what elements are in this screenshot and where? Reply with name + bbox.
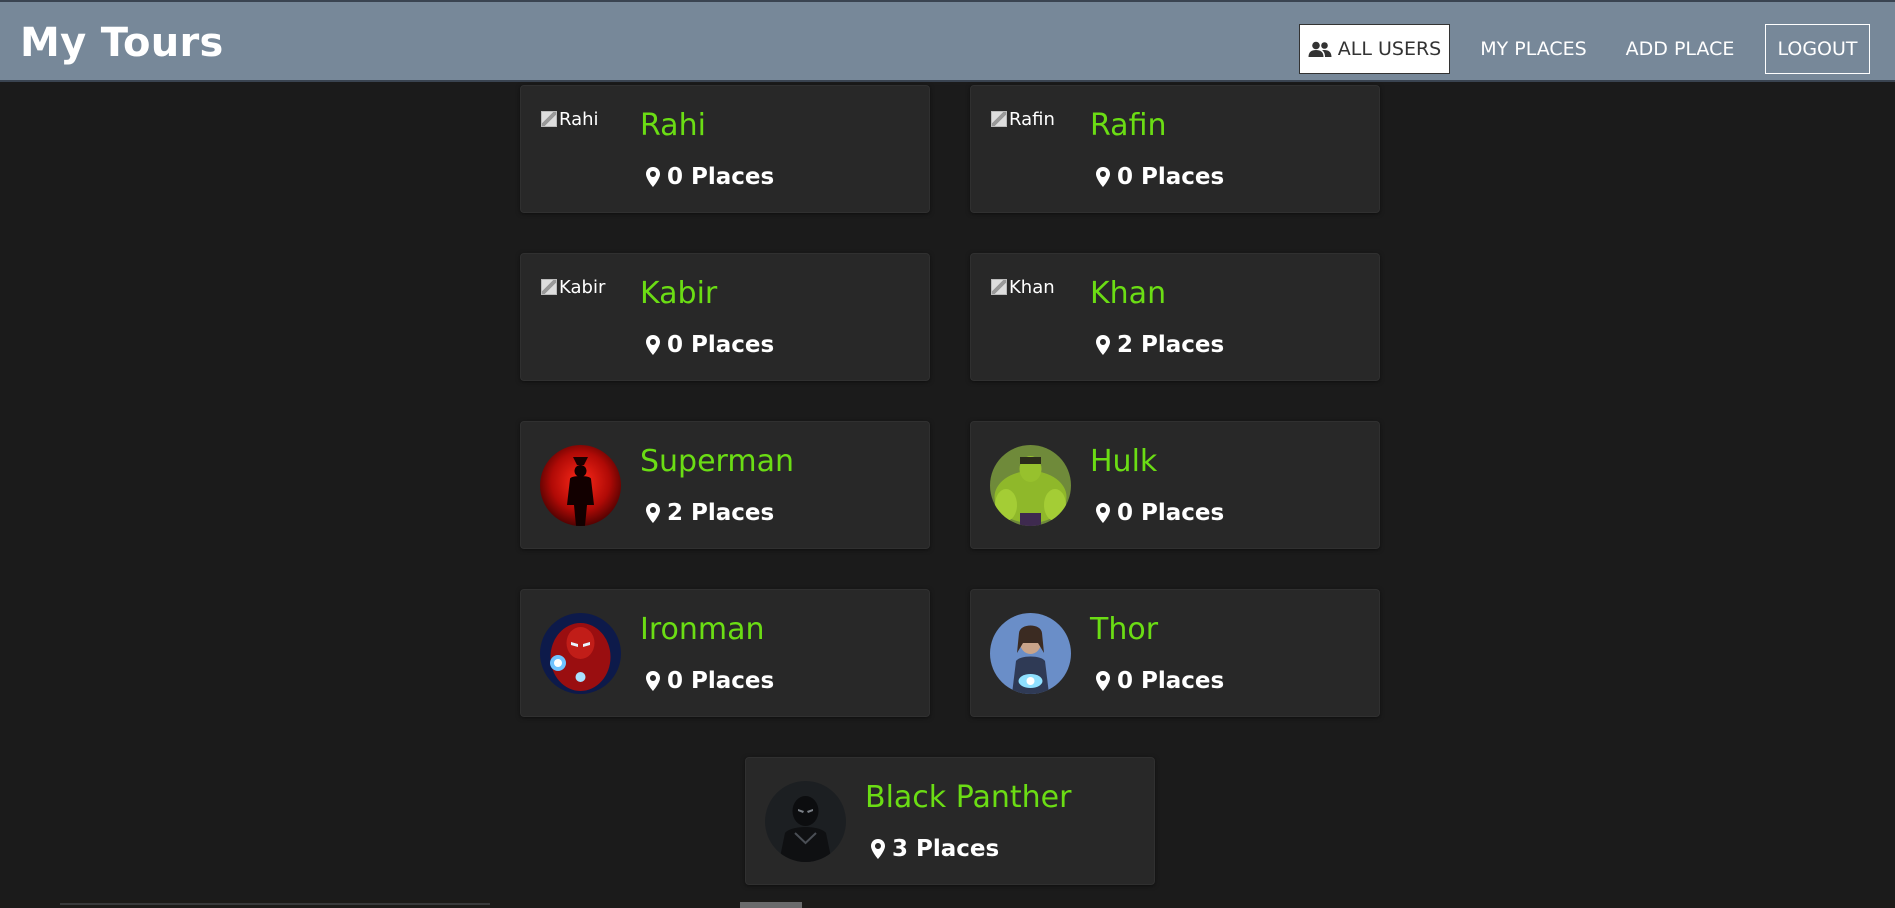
map-pin-icon (646, 335, 660, 355)
place-count-label: 0 Places (667, 668, 775, 694)
place-count-label: 2 Places (667, 500, 775, 526)
place-count: 0 Places (646, 668, 774, 694)
user-card[interactable]: Superman 2 Places (520, 421, 930, 549)
map-pin-icon (646, 503, 660, 523)
place-count-label: 0 Places (667, 332, 775, 358)
avatar-alt-text: Rafin (1009, 109, 1055, 130)
avatar-alt-text: Kabir (559, 277, 606, 298)
bottom-edge-line (60, 903, 490, 905)
broken-image-icon (541, 279, 557, 295)
place-count-label: 0 Places (1117, 164, 1225, 190)
map-pin-icon (1096, 671, 1110, 691)
place-count: 3 Places (871, 836, 999, 862)
broken-image-icon (991, 279, 1007, 295)
app-title[interactable]: My Tours (20, 20, 224, 66)
map-pin-icon (1096, 167, 1110, 187)
place-count: 0 Places (1096, 668, 1224, 694)
user-avatar (990, 613, 1071, 694)
user-card[interactable]: Rafin Rafin 0 Places (970, 85, 1380, 213)
user-card[interactable]: Black Panther 3 Places (745, 757, 1155, 885)
avatar-alt-text: Rahi (559, 109, 599, 130)
place-count-label: 0 Places (1117, 500, 1225, 526)
top-navbar: My Tours ALL USERS MY PLACES ADD PLACE L… (0, 0, 1895, 82)
avatar-alt-text: Khan (1009, 277, 1055, 298)
user-avatar: Kabir (541, 277, 605, 298)
broken-image-icon (541, 111, 557, 127)
user-avatar: Rafin (991, 109, 1055, 130)
broken-image-icon (991, 111, 1007, 127)
user-avatar: Rahi (541, 109, 599, 130)
my-places-link[interactable]: MY PLACES (1476, 24, 1591, 74)
user-name[interactable]: Rahi (640, 108, 706, 143)
place-count: 0 Places (1096, 164, 1224, 190)
all-users-label: ALL USERS (1337, 38, 1442, 60)
user-avatar (990, 445, 1071, 526)
place-count: 2 Places (1096, 332, 1224, 358)
place-count-label: 2 Places (1117, 332, 1225, 358)
user-avatar (765, 781, 846, 862)
user-name[interactable]: Kabir (640, 276, 717, 311)
map-pin-icon (646, 167, 660, 187)
place-count: 2 Places (646, 500, 774, 526)
user-name[interactable]: Superman (640, 444, 794, 479)
all-users-button[interactable]: ALL USERS (1299, 24, 1450, 74)
user-card[interactable]: Ironman 0 Places (520, 589, 930, 717)
map-pin-icon (1096, 335, 1110, 355)
users-icon (1308, 41, 1332, 58)
add-place-link[interactable]: ADD PLACE (1621, 24, 1739, 74)
user-avatar (540, 445, 621, 526)
user-name[interactable]: Rafin (1090, 108, 1166, 143)
user-name[interactable]: Khan (1090, 276, 1166, 311)
map-pin-icon (1096, 503, 1110, 523)
map-pin-icon (871, 839, 885, 859)
user-name[interactable]: Hulk (1090, 444, 1157, 479)
user-card[interactable]: Khan Khan 2 Places (970, 253, 1380, 381)
place-count-label: 0 Places (1117, 668, 1225, 694)
logout-button[interactable]: LOGOUT (1765, 24, 1870, 74)
user-card[interactable]: Thor 0 Places (970, 589, 1380, 717)
place-count-label: 3 Places (892, 836, 1000, 862)
place-count: 0 Places (1096, 500, 1224, 526)
user-name[interactable]: Black Panther (865, 780, 1071, 815)
horizontal-scrollbar-thumb[interactable] (740, 902, 802, 908)
user-avatar: Khan (991, 277, 1055, 298)
user-card[interactable]: Rahi Rahi 0 Places (520, 85, 930, 213)
place-count: 0 Places (646, 332, 774, 358)
user-card[interactable]: Hulk 0 Places (970, 421, 1380, 549)
user-name[interactable]: Ironman (640, 612, 765, 647)
user-name[interactable]: Thor (1090, 612, 1158, 647)
user-card[interactable]: Kabir Kabir 0 Places (520, 253, 930, 381)
user-avatar (540, 613, 621, 694)
map-pin-icon (646, 671, 660, 691)
place-count: 0 Places (646, 164, 774, 190)
place-count-label: 0 Places (667, 164, 775, 190)
